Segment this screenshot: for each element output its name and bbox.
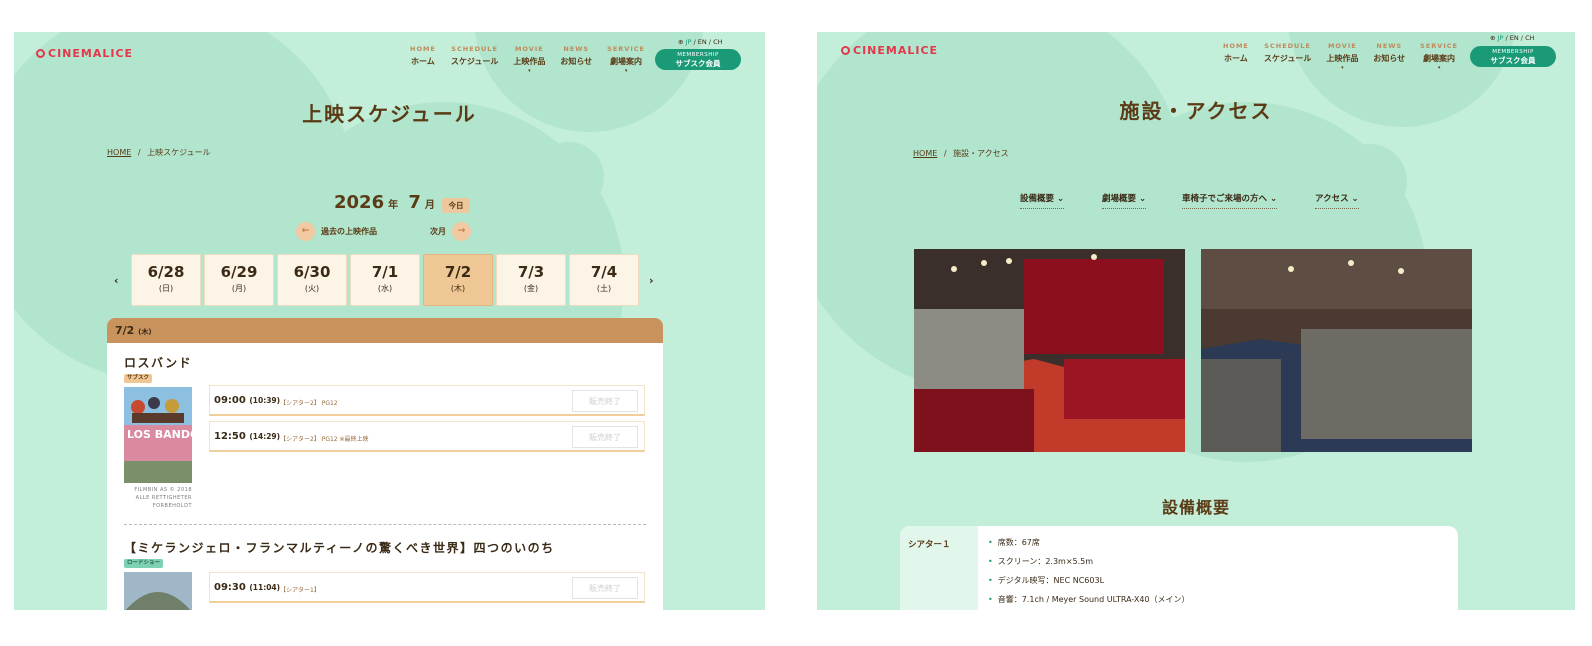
- schedule-date-header: 7/2 (木): [107, 318, 663, 343]
- lang-ch[interactable]: CH: [1525, 34, 1534, 42]
- date-next-arrow[interactable]: ›: [649, 274, 654, 287]
- arrow-right-icon: →: [452, 222, 471, 241]
- nav-item-home[interactable]: HOME ホーム: [1223, 42, 1249, 71]
- poster-title: LOS BANDO: [127, 428, 200, 441]
- breadcrumb-current: 上映スケジュール: [147, 148, 211, 157]
- chevron-down-icon: ⌄: [1056, 194, 1065, 204]
- showing-time: 12:50 (14:29): [214, 431, 281, 442]
- membership-button[interactable]: MEMBERSHIP サブスク会員: [1470, 46, 1556, 67]
- date-prev-arrow[interactable]: ‹: [114, 274, 119, 287]
- sold-out-button[interactable]: 販売終了: [572, 390, 638, 412]
- nav-item-home[interactable]: HOME ホーム: [410, 45, 436, 74]
- spec-item: 席数：67席: [988, 537, 1040, 548]
- lang-jp[interactable]: JP: [686, 38, 692, 46]
- breadcrumb-home-link[interactable]: HOME: [913, 149, 937, 158]
- date-tab[interactable]: 6/28 (日): [131, 254, 201, 306]
- spec-item: 音響：7.1ch / Meyer Sound ULTRA-X40（メイン）: [988, 594, 1190, 605]
- lang-en[interactable]: EN: [698, 38, 707, 46]
- language-switcher: ⊕ JP / EN / CH: [678, 38, 723, 46]
- past-movies-link[interactable]: ← 過去の上映作品: [296, 222, 377, 241]
- chevron-down-icon: ⌄: [1138, 194, 1147, 204]
- tab-facility[interactable]: 設備概要 ⌄: [1020, 192, 1065, 209]
- membership-button[interactable]: MEMBERSHIP サブスク会員: [655, 49, 741, 70]
- date-tab[interactable]: 7/4 (土): [569, 254, 639, 306]
- spec-item: デジタル映写：NEC NC603L: [988, 575, 1104, 586]
- sold-out-button[interactable]: 販売終了: [572, 577, 638, 599]
- breadcrumb-home-link[interactable]: HOME: [107, 148, 131, 157]
- movie-badge: ロードショー: [124, 559, 164, 568]
- movie-poster[interactable]: [124, 572, 192, 610]
- showing-row: 09:00 (10:39) 【シアター2】 PG12 販売終了: [209, 385, 645, 416]
- nav-item-schedule[interactable]: SCHEDULE スケジュール: [1264, 42, 1311, 71]
- theater-spec-table: シアター１ 席数：67席 スクリーン：2.3m×5.5m デジタル映写：NEC …: [900, 526, 1458, 610]
- showing-meta: 【シアター2】 PG12: [280, 400, 338, 407]
- date-tab[interactable]: 6/30 (火): [277, 254, 347, 306]
- access-page-panel: CINEMALICE HOME ホーム SCHEDULE スケジュール MOVIE 上…: [817, 32, 1575, 610]
- decoration-circle: [534, 142, 604, 212]
- lang-jp[interactable]: JP: [1498, 34, 1504, 42]
- main-nav: HOME ホーム SCHEDULE スケジュール MOVIE 上映作品 ▾ NEWS お知…: [410, 45, 645, 74]
- next-month-link[interactable]: 次月 →: [430, 222, 471, 241]
- schedule-list: 7/2 (木) ロスバンド サブスク LOS BANDO FILMBIN AS …: [107, 318, 663, 610]
- nav-item-news[interactable]: NEWS お知らせ: [560, 45, 592, 74]
- tab-wheelchair[interactable]: 車椅子でご来場の方へ ⌄: [1182, 192, 1278, 209]
- nav-item-movie[interactable]: MOVIE 上映作品 ▾: [1326, 42, 1358, 71]
- date-tab-selected[interactable]: 7/2 (木): [423, 254, 493, 306]
- movie-badge: サブスク: [124, 374, 153, 383]
- showing-meta: 【シアター1】: [280, 587, 320, 594]
- sold-out-button[interactable]: 販売終了: [572, 426, 638, 448]
- breadcrumb: HOME / 上映スケジュール: [107, 148, 211, 157]
- globe-icon: ⊕: [678, 38, 684, 46]
- spec-item: スクリーン：2.3m×5.5m: [988, 556, 1093, 567]
- section-title: 設備概要: [1161, 498, 1230, 517]
- theater-photo-red: [914, 249, 1185, 452]
- page-title: 上映スケジュール: [302, 102, 477, 126]
- breadcrumb-current: 施設・アクセス: [953, 149, 1009, 158]
- lang-ch[interactable]: CH: [713, 38, 722, 46]
- date-tab[interactable]: 7/3 (金): [496, 254, 566, 306]
- language-switcher: ⊕ JP / EN / CH: [1490, 34, 1535, 42]
- theater-photo-gray: [1201, 249, 1472, 452]
- showing-row: 12:50 (14:29) 【シアター2】 PG12 ※最終上映 販売終了: [209, 421, 645, 452]
- tab-access[interactable]: アクセス ⌄: [1315, 192, 1359, 209]
- cinemalice-logo-icon: [841, 46, 850, 55]
- nav-item-news[interactable]: NEWS お知らせ: [1373, 42, 1405, 71]
- nav-item-service[interactable]: SERVICE 劇場案内 ▾: [607, 45, 645, 74]
- lang-en[interactable]: EN: [1510, 34, 1519, 42]
- nav-item-movie[interactable]: MOVIE 上映作品 ▾: [513, 45, 545, 74]
- date-tab[interactable]: 6/29 (月): [204, 254, 274, 306]
- breadcrumb: HOME / 施設・アクセス: [913, 149, 1009, 158]
- showing-time: 09:00 (10:39): [214, 395, 281, 406]
- arrow-left-icon: ←: [296, 222, 315, 241]
- movie-title[interactable]: ロスバンド: [124, 354, 192, 371]
- showing-row: 09:30 (11:04) 【シアター1】 販売終了: [209, 572, 645, 603]
- movie-title[interactable]: 【ミケランジェロ・フランマルティーノの驚くべき世界】四つのいのち: [124, 539, 555, 556]
- today-button[interactable]: 今日: [442, 198, 470, 213]
- chevron-down-icon: ⌄: [1269, 194, 1278, 204]
- chevron-down-icon: ⌄: [1351, 194, 1359, 204]
- date-tab[interactable]: 7/1 (水): [350, 254, 420, 306]
- site-logo[interactable]: CINEMALICE: [36, 47, 133, 60]
- globe-icon: ⊕: [1490, 34, 1496, 42]
- showing-meta: 【シアター2】 PG12 ※最終上映: [280, 436, 369, 443]
- month-heading: 2026 年 7月: [334, 192, 435, 213]
- page-title: 施設・アクセス: [1119, 99, 1273, 123]
- site-logo[interactable]: CINEMALICE: [841, 44, 938, 57]
- theater-label: シアター１: [900, 526, 978, 610]
- cinemalice-logo-icon: [36, 49, 45, 58]
- tab-theater[interactable]: 劇場概要 ⌄: [1102, 192, 1147, 209]
- nav-item-service[interactable]: SERVICE 劇場案内 ▾: [1420, 42, 1458, 71]
- movie-divider: [124, 524, 646, 525]
- main-nav: HOME ホーム SCHEDULE スケジュール MOVIE 上映作品 ▾ NEWS お知…: [1223, 42, 1458, 71]
- nav-item-schedule[interactable]: SCHEDULE スケジュール: [451, 45, 498, 74]
- poster-copyright: FILMBIN AS © 2018 ALLE RETTIGHETER FORBE…: [134, 487, 192, 509]
- schedule-page-panel: CINEMALICE HOME ホーム SCHEDULE スケジュール MOVIE 上…: [14, 32, 765, 610]
- showing-time: 09:30 (11:04): [214, 582, 281, 593]
